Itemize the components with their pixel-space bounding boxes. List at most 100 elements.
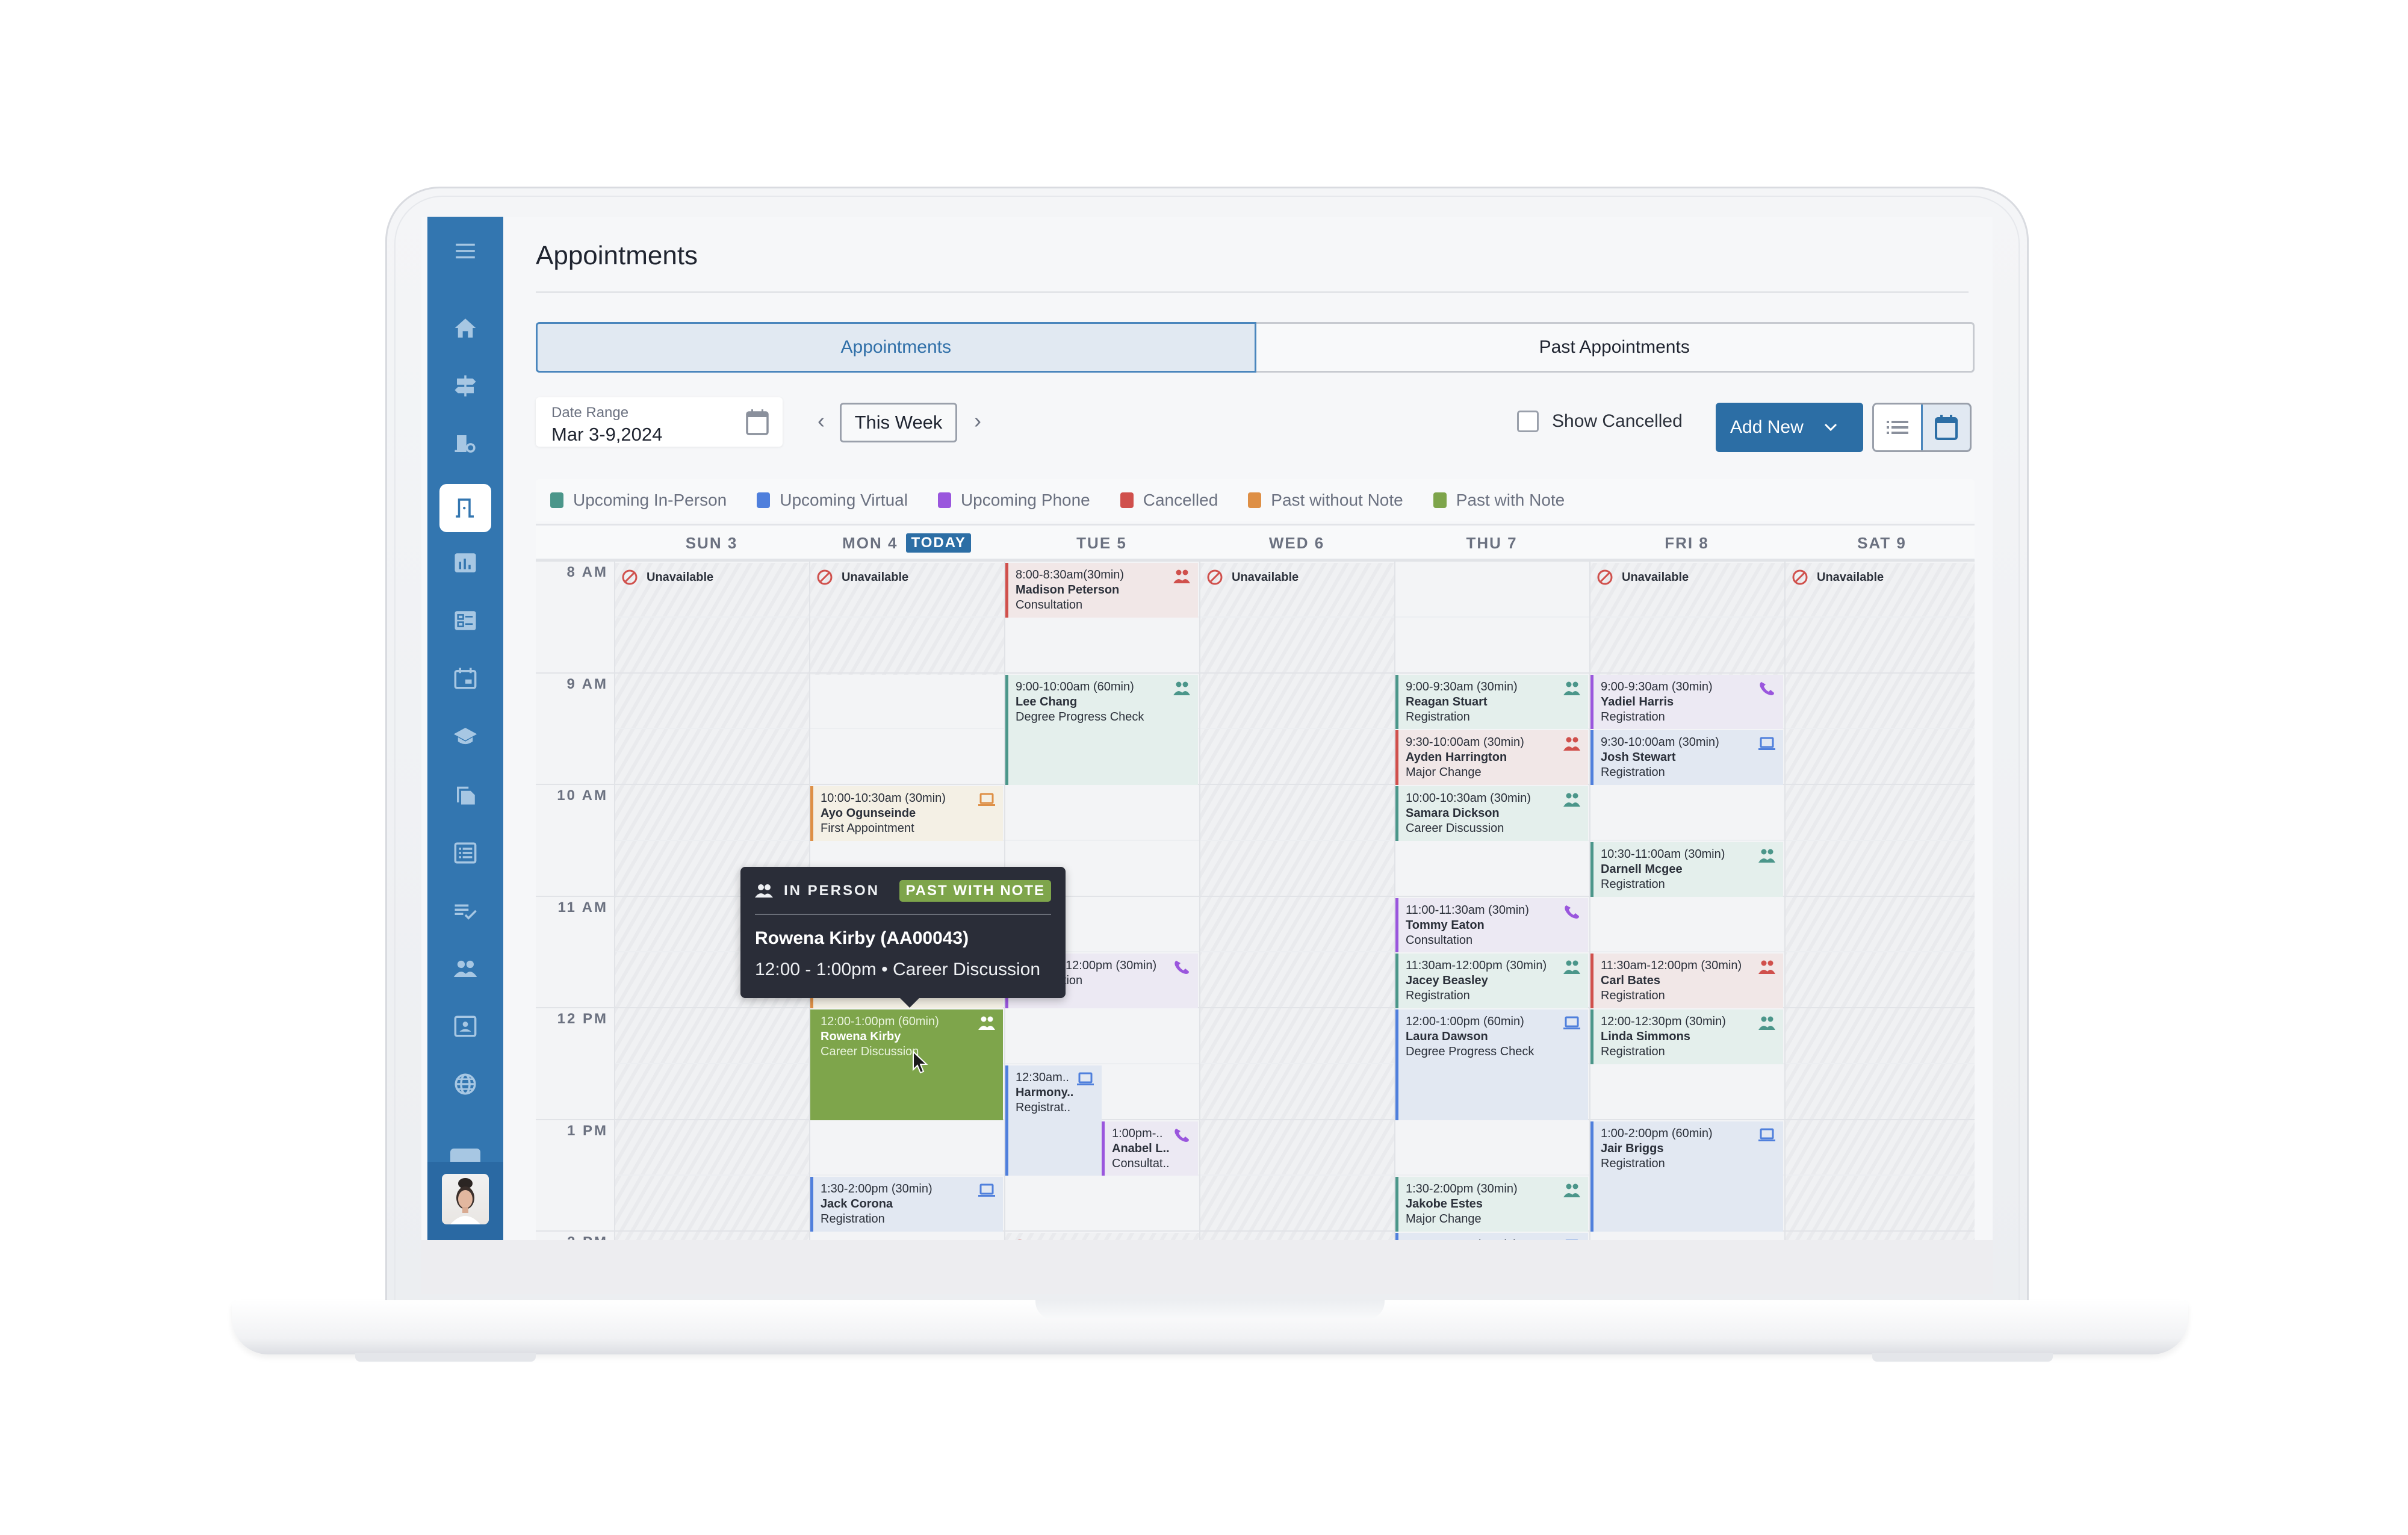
appointment-block[interactable]: 12:30am.. Harmony.. Registrat.. bbox=[1005, 1065, 1102, 1176]
user-avatar[interactable] bbox=[442, 1174, 489, 1224]
appointment-block[interactable]: 1:30-2:00pm (30min) Jakobe Estes Major Cha… bbox=[1395, 1177, 1588, 1232]
appointment-block[interactable]: 1:30-2:00pm (30min) Jack Corona Registrati… bbox=[810, 1177, 1003, 1232]
laptop-notch bbox=[1035, 1300, 1385, 1319]
people-icon bbox=[1173, 569, 1190, 583]
appointment-block[interactable]: 10:30-11:00am (30min) Darnell Mcgee Regist… bbox=[1590, 842, 1783, 897]
add-new-button[interactable]: Add New bbox=[1716, 403, 1863, 452]
appointment-student: Jair Briggs bbox=[1601, 1141, 1664, 1155]
legend-item: Upcoming Virtual bbox=[757, 491, 908, 510]
people-icon bbox=[1173, 681, 1190, 695]
legend-swatch bbox=[1433, 492, 1447, 508]
laptop-icon bbox=[978, 1183, 995, 1197]
appointment-block[interactable]: 11:30am-12:00pm (30min) Jacey Beasley Regi… bbox=[1395, 954, 1588, 1008]
sidebar-item-dashboard-list[interactable] bbox=[450, 606, 480, 636]
next-week-button[interactable]: › bbox=[974, 408, 981, 433]
appointment-block[interactable]: 8:00-8:30am(30min) Madison Peterson Consul… bbox=[1005, 563, 1198, 618]
appointment-block[interactable]: 12:00-1:00pm (60min) Laura Dawson Degree P… bbox=[1395, 1009, 1588, 1120]
calendar-icon[interactable] bbox=[745, 408, 769, 436]
appointment-purpose: Registrat.. bbox=[1016, 1100, 1071, 1114]
appointment-block[interactable]: 10:00-10:30am (30min) Samara Dickson Caree… bbox=[1395, 786, 1588, 841]
appointment-time: 12:00-1:00pm (60min) bbox=[821, 1015, 939, 1028]
hour-label: 12 PM bbox=[557, 1011, 608, 1027]
appointment-purpose: Major Change bbox=[1406, 766, 1482, 780]
unavailable-text: Unavailable bbox=[842, 570, 909, 584]
people-icon bbox=[1758, 1016, 1775, 1030]
calendar-event-icon bbox=[454, 668, 477, 689]
sidebar-item-bar-chart[interactable] bbox=[450, 548, 480, 578]
list-view-button[interactable] bbox=[1874, 405, 1921, 450]
legend-swatch bbox=[1120, 492, 1134, 508]
appointment-purpose: Registration bbox=[1406, 989, 1470, 1003]
show-cancelled-checkbox[interactable] bbox=[1517, 411, 1539, 432]
sidebar bbox=[427, 217, 503, 1240]
tab-past-appointments[interactable]: Past Appointments bbox=[1256, 322, 1975, 373]
appointment-block[interactable]: 11:30am-12:00pm (30min) Carl Bates Registr… bbox=[1590, 954, 1783, 1008]
unavailable-block bbox=[1784, 563, 1975, 1240]
this-week-button[interactable]: This Week bbox=[840, 403, 957, 442]
people-icon bbox=[1563, 1183, 1580, 1198]
sidebar-item-calendar-event[interactable] bbox=[450, 663, 480, 693]
day-header: WED 6 bbox=[1199, 526, 1394, 560]
sidebar-item-checklist[interactable] bbox=[450, 896, 480, 926]
sidebar-item-documents[interactable] bbox=[450, 779, 480, 809]
legend-item: Past without Note bbox=[1248, 491, 1403, 510]
appointment-block[interactable]: 2:00-2:30pm (30min) bbox=[1395, 1233, 1588, 1240]
legend-label: Past without Note bbox=[1271, 491, 1403, 509]
date-range-value: Mar 3-9,2024 bbox=[551, 424, 663, 445]
previous-week-button[interactable]: ‹ bbox=[818, 408, 825, 433]
sidebar-item-globe[interactable] bbox=[450, 1069, 480, 1099]
appointment-block[interactable]: 11:00-11:30am (30min) Tommy Eaton Consulta… bbox=[1395, 898, 1588, 953]
appointment-block[interactable]: 9:00-9:30am (30min) Reagan Stuart Registra… bbox=[1395, 674, 1588, 730]
tab-appointments[interactable]: Appointments bbox=[536, 322, 1256, 373]
appointment-time: 9:30-10:00am (30min) bbox=[1406, 736, 1524, 749]
calendar-day-header: SUN 3 MON 4 TODAY TUE 5 WED 6 THU 7 FRI 8 SAT 9 bbox=[536, 524, 1975, 559]
no-entry-icon bbox=[1597, 569, 1613, 585]
appointment-block[interactable]: 9:30-10:00am (30min) Ayden Harrington Majo… bbox=[1395, 730, 1588, 785]
graduation-cap-icon bbox=[453, 728, 477, 745]
signpost-icon bbox=[455, 375, 476, 397]
sidebar-item-partial-icon[interactable] bbox=[450, 1149, 480, 1162]
sidebar-item-list[interactable] bbox=[450, 838, 480, 868]
appointment-student: Darnell Mcgee bbox=[1601, 862, 1683, 876]
sidebar-item-door-settings[interactable] bbox=[450, 429, 480, 459]
tooltip-mode-label: IN PERSON bbox=[784, 882, 880, 899]
appointment-time: 11:30am-12:00pm (30min) bbox=[1406, 959, 1547, 973]
unavailable-block bbox=[1199, 563, 1394, 1240]
appointment-tooltip: IN PERSON PAST WITH NOTE Rowena Kirby (A… bbox=[740, 867, 1066, 1008]
appointment-time: 1:30-2:00pm (30min) bbox=[821, 1182, 932, 1196]
show-cancelled-toggle[interactable]: Show Cancelled bbox=[1517, 411, 1683, 432]
appointment-student: Harmony.. bbox=[1016, 1085, 1074, 1099]
sidebar-item-menu[interactable] bbox=[450, 236, 480, 266]
appointment-block[interactable]: 10:00-10:30am (30min) Ayo Ogunseinde First… bbox=[810, 786, 1003, 841]
people-icon bbox=[1563, 793, 1580, 807]
sidebar-item-contact-card[interactable] bbox=[450, 1011, 480, 1041]
sidebar-item-people[interactable] bbox=[450, 954, 480, 984]
appointment-purpose: First Appointment bbox=[821, 822, 914, 835]
sidebar-item-home[interactable] bbox=[450, 313, 480, 343]
people-icon bbox=[1563, 737, 1580, 751]
legend-item: Past with Note bbox=[1433, 491, 1565, 510]
appointment-student: Ayo Ogunseinde bbox=[821, 807, 916, 820]
appointment-time: 10:00-10:30am (30min) bbox=[1406, 792, 1531, 805]
sidebar-item-graduation-cap[interactable] bbox=[450, 721, 480, 751]
sidebar-item-signpost[interactable] bbox=[450, 371, 480, 401]
grid-line bbox=[536, 1118, 1975, 1120]
appointment-block[interactable]: 1:00-2:00pm (60min) Jair Briggs Registrati… bbox=[1590, 1121, 1783, 1232]
appointment-block[interactable]: 9:30-10:00am (30min) Josh Stewart Registra… bbox=[1590, 730, 1783, 785]
door-settings-icon bbox=[455, 435, 476, 453]
sidebar-item-door[interactable] bbox=[439, 484, 491, 532]
appointment-block[interactable]: 12:00-1:00pm (60min) Rowena Kirby Career D… bbox=[810, 1009, 1003, 1120]
phone-icon bbox=[1175, 1128, 1189, 1142]
appointment-block[interactable]: 1:00pm-.. Anabel L.. Consultat.. bbox=[1102, 1121, 1198, 1176]
appointment-time: 11:30am-12:00pm (30min) bbox=[1601, 959, 1742, 973]
date-range-field[interactable]: Date Range Mar 3-9,2024 bbox=[536, 397, 783, 447]
calendar-view-button[interactable] bbox=[1921, 405, 1970, 450]
appointment-block[interactable]: 12:00-12:30pm (30min) Linda Simmons Regist… bbox=[1590, 1009, 1783, 1064]
appointment-purpose: Registration bbox=[821, 1212, 885, 1226]
appointment-block[interactable]: 9:00-9:30am (30min) Yadiel Harris Registra… bbox=[1590, 674, 1783, 730]
laptop-icon bbox=[1077, 1072, 1094, 1085]
legend-label: Upcoming In-Person bbox=[573, 491, 727, 509]
appointment-block[interactable]: 9:00-10:00am (60min) Lee Chang Degree Prog… bbox=[1005, 674, 1198, 785]
legend-item: Cancelled bbox=[1120, 491, 1218, 510]
grid-line bbox=[1784, 560, 1786, 1240]
